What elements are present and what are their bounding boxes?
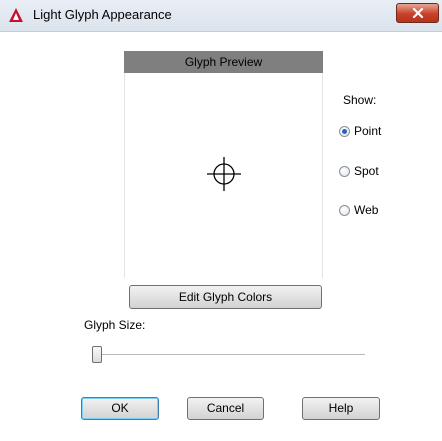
radio-spot[interactable]: Spot [339,164,379,178]
help-button[interactable]: Help [302,397,380,420]
radio-spot-label: Spot [354,164,379,178]
glyph-preview-header: Glyph Preview [124,51,323,73]
radio-web-label: Web [354,203,379,217]
glyph-size-slider-thumb[interactable] [92,346,102,363]
close-icon [412,8,424,18]
ok-button[interactable]: OK [81,397,159,420]
title-bar: Light Glyph Appearance [0,0,442,32]
window-title: Light Glyph Appearance [33,7,172,22]
edit-glyph-colors-button[interactable]: Edit Glyph Colors [129,285,322,309]
radio-web[interactable]: Web [339,203,378,217]
cancel-button[interactable]: Cancel [187,397,264,420]
autocad-app-icon [9,8,23,22]
radio-point-label: Point [354,124,382,138]
radio-spot-indicator[interactable] [339,165,350,177]
point-light-glyph-icon [207,157,241,191]
glyph-size-slider-track[interactable] [92,354,365,356]
radio-point[interactable]: Point [339,124,381,138]
radio-point-indicator[interactable] [339,125,350,137]
show-label: Show: [343,93,377,107]
radio-web-indicator[interactable] [339,204,350,216]
dialog-window: Light Glyph Appearance Glyph Preview Sho… [0,0,442,441]
close-button[interactable] [396,3,439,23]
glyph-size-label: Glyph Size: [84,318,146,332]
